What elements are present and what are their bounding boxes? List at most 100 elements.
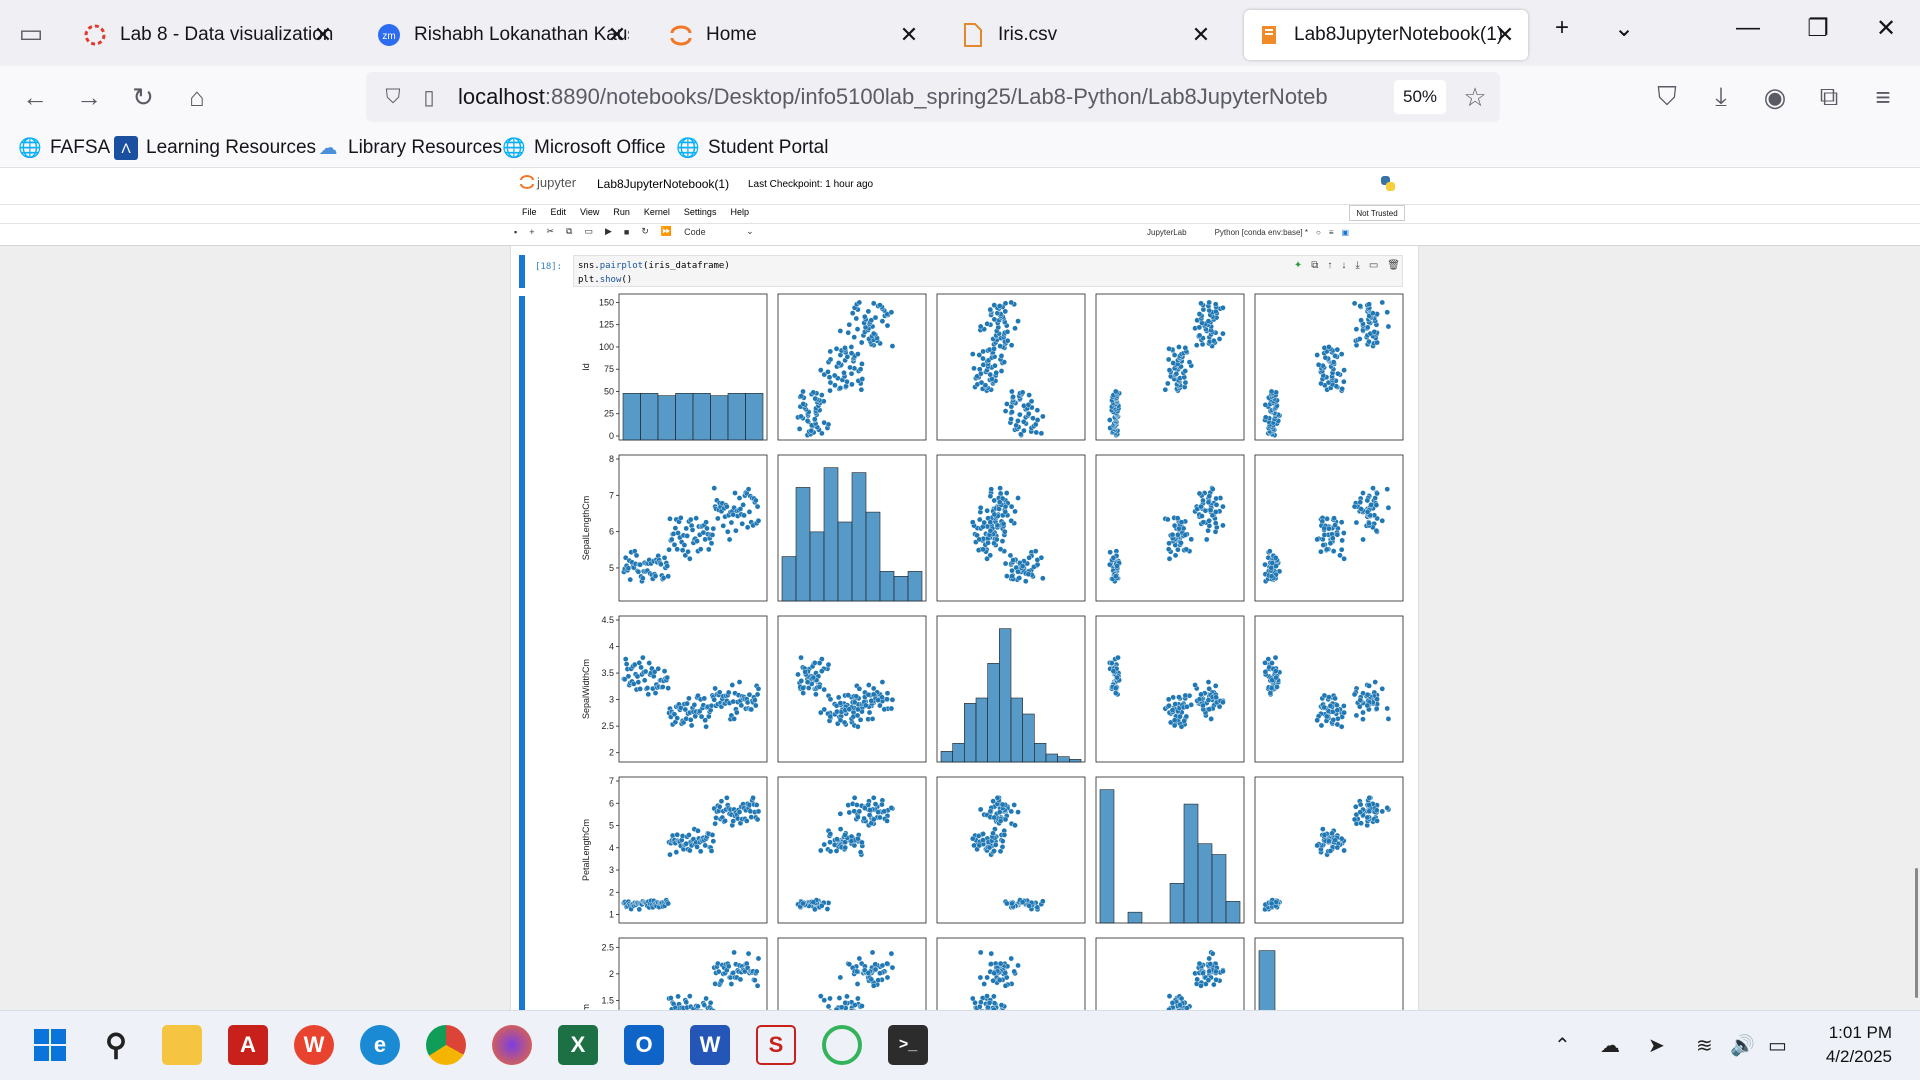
menu-edit[interactable]: Edit xyxy=(551,207,567,217)
url-text[interactable]: localhost:8890/notebooks/Desktop/info510… xyxy=(458,84,1328,110)
battery-icon[interactable]: ▭ xyxy=(1768,1033,1787,1058)
fast-forward-icon[interactable]: ⏩ xyxy=(661,226,672,237)
close-icon[interactable]: ✕ xyxy=(604,22,630,48)
list-icon[interactable]: ≡ xyxy=(1329,228,1334,237)
word-icon[interactable]: W xyxy=(690,1025,730,1065)
cut-icon[interactable]: ✂ xyxy=(546,226,554,237)
tab-home[interactable]: Home ✕ xyxy=(656,10,932,60)
menu-view[interactable]: View xyxy=(580,207,599,217)
duplicate-icon[interactable]: ⧉ xyxy=(1311,260,1318,271)
ring-app-icon[interactable] xyxy=(822,1025,862,1065)
acrobat-icon[interactable]: A xyxy=(228,1025,268,1065)
location-icon[interactable]: ➤ xyxy=(1648,1033,1665,1058)
scatter-point xyxy=(1028,398,1035,405)
page-icon[interactable]: ▯ xyxy=(412,80,446,114)
chevron-down-icon[interactable]: ⌄ xyxy=(746,226,754,237)
notebook-title[interactable]: Lab8JupyterNotebook(1) xyxy=(597,177,729,191)
bookmark-library[interactable]: ☁ Library Resources xyxy=(316,136,503,160)
chevron-up-icon[interactable]: ⌃ xyxy=(1554,1033,1571,1058)
run-icon[interactable]: ▶ xyxy=(605,226,612,237)
menu-run[interactable]: Run xyxy=(613,207,630,217)
insert-icon[interactable]: ⤓ xyxy=(1355,260,1359,271)
stop-icon[interactable]: ■ xyxy=(624,227,629,237)
bookmark-portal[interactable]: 🌐 Student Portal xyxy=(676,136,828,160)
cell-type-select[interactable]: Code xyxy=(684,227,734,237)
jupyter-logo[interactable]: jupyter xyxy=(520,174,576,190)
scatter-point xyxy=(627,576,634,583)
edge-icon[interactable]: e xyxy=(360,1025,400,1065)
close-icon[interactable]: ✕ xyxy=(1492,22,1518,48)
bookmark-learning[interactable]: Λ Learning Resources xyxy=(114,136,316,160)
restore-icon[interactable]: ❐ xyxy=(1798,14,1838,43)
clock[interactable]: 1:01 PM 4/2/2025 xyxy=(1812,1021,1892,1069)
close-window-icon[interactable]: ✕ xyxy=(1866,14,1906,43)
close-icon[interactable]: ✕ xyxy=(1188,22,1214,48)
outlook-icon[interactable]: O xyxy=(624,1025,664,1065)
scatter-point xyxy=(1371,329,1378,335)
panel-icon[interactable]: ▣ xyxy=(1342,228,1350,237)
paste-icon[interactable]: ▭ xyxy=(584,226,593,237)
account-icon[interactable]: ◉ xyxy=(1758,80,1792,114)
app-icon[interactable]: S xyxy=(756,1025,796,1065)
close-icon[interactable]: ✕ xyxy=(310,22,336,48)
url-bar[interactable]: ⛉ ▯ localhost:8890/notebooks/Desktop/inf… xyxy=(366,72,1500,122)
terminal-icon[interactable]: >_ xyxy=(888,1025,928,1065)
kernel-name[interactable]: Python [conda env:base] * xyxy=(1215,228,1308,237)
tab-iris[interactable]: Iris.csv ✕ xyxy=(948,10,1224,60)
start-icon[interactable] xyxy=(30,1025,70,1065)
download-icon[interactable]: ⤓ xyxy=(1704,80,1738,114)
forward-icon[interactable]: → xyxy=(72,80,106,114)
home-icon[interactable]: ⌂ xyxy=(180,80,214,114)
tab-notebook[interactable]: Lab8JupyterNotebook(1) ✕ xyxy=(1244,10,1528,60)
tab-list-icon[interactable]: ▭ xyxy=(14,16,48,50)
excel-icon[interactable]: X xyxy=(558,1025,598,1065)
back-icon[interactable]: ← xyxy=(18,80,52,114)
menu-file[interactable]: File xyxy=(522,207,537,217)
file-explorer-icon[interactable] xyxy=(162,1025,202,1065)
format-icon[interactable]: ▭ xyxy=(1369,260,1378,271)
menu-settings[interactable]: Settings xyxy=(684,207,717,217)
code-cell[interactable]: sns.pairplot(iris_dataframe) plt.show() xyxy=(573,255,1403,287)
firefox-icon[interactable] xyxy=(492,1025,532,1065)
bookmark-label: Learning Resources xyxy=(146,137,317,158)
extensions-icon[interactable]: ⧉ xyxy=(1812,80,1846,114)
onedrive-icon[interactable]: ☁ xyxy=(1600,1033,1620,1058)
tab-title: Lab 8 - Data visualization xyxy=(120,24,334,45)
scatter-point xyxy=(833,345,840,352)
new-tab-icon[interactable]: + xyxy=(1542,14,1582,42)
minimize-icon[interactable]: — xyxy=(1728,14,1768,42)
move-down-icon[interactable]: ↓ xyxy=(1341,260,1346,271)
menu-icon[interactable]: ≡ xyxy=(1866,80,1900,114)
add-cell-icon[interactable]: + xyxy=(529,227,534,237)
pocket-icon[interactable]: ⛉ xyxy=(1650,80,1684,114)
bookmark-office[interactable]: 🌐 Microsoft Office xyxy=(502,136,665,160)
menu-help[interactable]: Help xyxy=(730,207,749,217)
move-up-icon[interactable]: ↑ xyxy=(1327,260,1332,271)
ai-sparkle-icon[interactable]: ✦ xyxy=(1294,260,1302,271)
search-icon[interactable]: ⚲ xyxy=(96,1025,136,1065)
menu-kernel[interactable]: Kernel xyxy=(644,207,670,217)
reload-icon[interactable]: ↻ xyxy=(126,80,160,114)
wps-icon[interactable]: W xyxy=(294,1025,334,1065)
scatter-point xyxy=(1021,427,1027,434)
volume-icon[interactable]: 🔊 xyxy=(1730,1033,1755,1058)
trusted-badge[interactable]: Not Trusted xyxy=(1349,205,1405,221)
chrome-icon[interactable] xyxy=(426,1025,466,1065)
chevron-down-icon[interactable]: ⌄ xyxy=(1604,14,1644,43)
scrollbar[interactable] xyxy=(1915,868,1918,998)
jupyterlab-link[interactable]: JupyterLab xyxy=(1147,228,1187,237)
delete-icon[interactable]: 🗑 xyxy=(1387,260,1400,271)
tab-zoom[interactable]: zm Rishabh Lokanathan Kaushik ✕ xyxy=(364,10,640,60)
scatter-point xyxy=(888,805,895,811)
close-icon[interactable]: ✕ xyxy=(896,22,922,48)
scatter-point xyxy=(884,818,890,824)
tab-lab8[interactable]: Lab 8 - Data visualization ✕ xyxy=(70,10,346,60)
bookmark-fafsa[interactable]: 🌐 FAFSA xyxy=(18,136,110,160)
copy-icon[interactable]: ⧉ xyxy=(566,226,572,237)
star-icon[interactable]: ☆ xyxy=(1458,80,1492,114)
zoom-level[interactable]: 50% xyxy=(1394,80,1446,114)
wifi-icon[interactable]: ≋ xyxy=(1696,1033,1713,1058)
save-icon[interactable]: ▪ xyxy=(514,227,517,237)
restart-icon[interactable]: ↻ xyxy=(641,226,649,237)
shield-icon[interactable]: ⛉ xyxy=(376,80,410,114)
